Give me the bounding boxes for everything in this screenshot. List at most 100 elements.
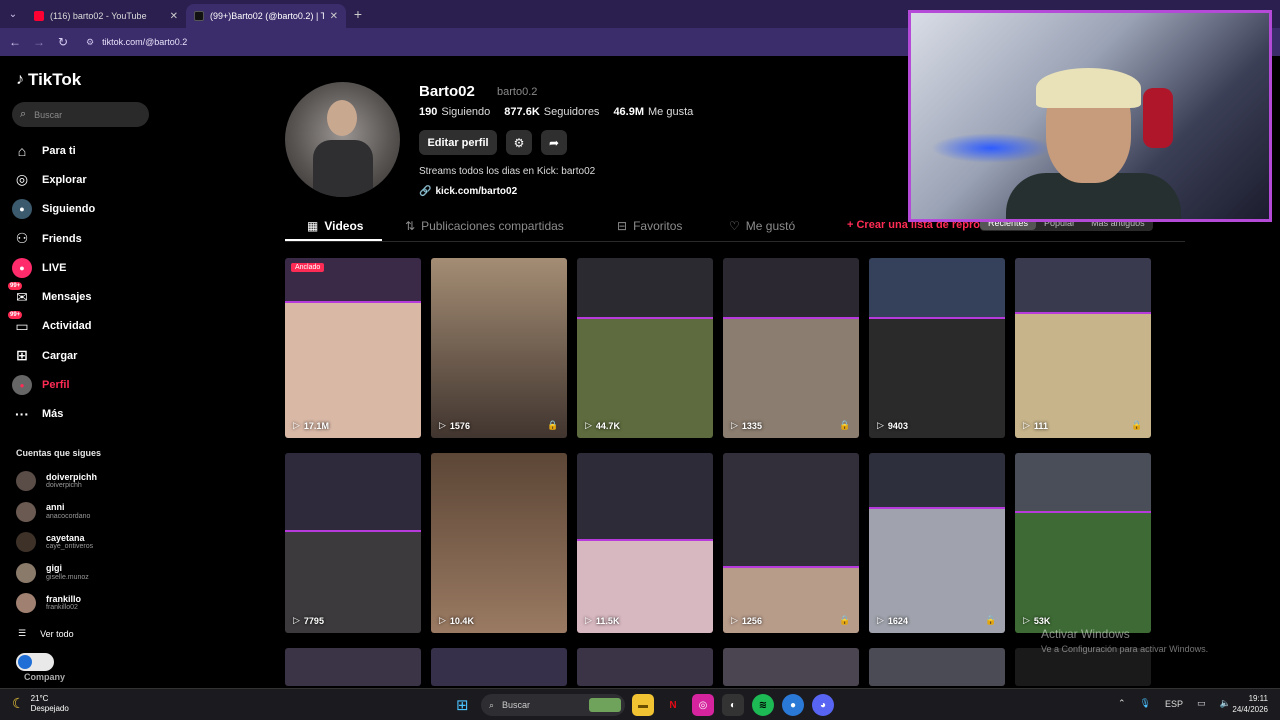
following-account[interactable]: doiverpichh doiverpichh	[16, 466, 156, 497]
forward-icon[interactable]: →	[32, 35, 46, 49]
sidebar-item-perfil[interactable]: ● Perfil	[12, 370, 162, 399]
tab-label: Me gustó	[745, 219, 796, 233]
view-count: ▷ 44.7K	[585, 420, 620, 431]
sidebar-item-actividad[interactable]: ▭ 99+ Actividad	[8, 311, 162, 341]
chevron-up-icon[interactable]: ⌃	[1118, 698, 1126, 709]
chrome-icon[interactable]: ●	[782, 694, 804, 716]
instagram-icon[interactable]: ◎	[692, 694, 714, 716]
video-thumbnail[interactable]: ▷ 10.4K	[431, 453, 567, 633]
video-thumbnail[interactable]	[577, 648, 713, 686]
taskbar-clock[interactable]: 19:11 24/4/2026	[1228, 694, 1268, 716]
following-account[interactable]: cayetana caye_ontiveros	[16, 527, 156, 558]
view-count: ▷ 1624	[877, 615, 908, 626]
share-button[interactable]: ➦	[541, 130, 567, 155]
video-thumbnail[interactable]: Anclado ▷ 17.1M	[285, 258, 421, 438]
search-input[interactable]	[34, 109, 135, 120]
network-icon[interactable]: ▭	[1197, 698, 1206, 709]
sidebar-item-label: Siguiendo	[42, 203, 96, 216]
profile-link[interactable]: 🔗 kick.com/barto02	[419, 186, 517, 197]
app-icon[interactable]: ◐	[722, 694, 744, 716]
file-explorer-icon[interactable]: ▬	[632, 694, 654, 716]
windows-start-icon[interactable]: ⊞	[456, 696, 469, 714]
windows-activation-watermark: Activar Windows Ve a Configuración para …	[1041, 627, 1208, 654]
video-thumbnail[interactable]: ▷ 7795	[285, 453, 421, 633]
video-thumbnail[interactable]: ▷ 11.5K	[577, 453, 713, 633]
video-thumbnail[interactable]: ▷ 1576 🔒	[431, 258, 567, 438]
video-thumbnail[interactable]: ▷ 44.7K	[577, 258, 713, 438]
see-all-link[interactable]: ☰ Ver todo	[18, 628, 74, 639]
list-icon: ☰	[18, 628, 27, 638]
following-account[interactable]: gigi giselle.munoz	[16, 558, 156, 589]
sidebar-item-label: Mensajes	[42, 291, 92, 304]
video-thumbnail[interactable]	[869, 648, 1005, 686]
stat-followers[interactable]: 877.6K Seguidores	[504, 106, 599, 118]
sidebar-item-cargar[interactable]: ⊞ Cargar	[12, 341, 162, 370]
new-tab-icon[interactable]: +	[346, 6, 370, 22]
tab-liked[interactable]: ♡ Me gustó	[729, 219, 795, 233]
reload-icon[interactable]: ↻	[56, 35, 70, 49]
browser-tab-youtube[interactable]: (116) barto02 - YouTube ✕	[26, 4, 186, 28]
sidebar-item-friends[interactable]: ⚇ Friends	[12, 224, 162, 253]
sidebar-item-para-ti[interactable]: ⌂ Para ti	[12, 136, 162, 165]
site-info-icon[interactable]: ⚙	[86, 37, 94, 48]
following-section-title: Cuentas que sigues	[16, 448, 102, 458]
profile-link-text: kick.com/barto02	[435, 186, 518, 197]
video-thumbnail[interactable]	[723, 648, 859, 686]
close-tab-icon[interactable]: ✕	[170, 11, 178, 22]
following-account[interactable]: frankillo frankillo02	[16, 588, 156, 619]
settings-button[interactable]: ⚙	[506, 130, 532, 155]
moon-icon: ☾	[12, 695, 25, 712]
search-box[interactable]: ⌕	[12, 102, 149, 127]
theme-toggle[interactable]	[16, 653, 54, 671]
close-tab-icon[interactable]: ✕	[330, 11, 338, 22]
tab-videos[interactable]: ▦ Videos	[307, 219, 363, 233]
heart-icon: ♡	[729, 219, 740, 233]
tab-shared[interactable]: ⇅ Publicaciones compartidas	[405, 219, 564, 233]
split-divider	[723, 317, 859, 320]
tiktok-favicon-icon	[194, 11, 204, 21]
stat-following[interactable]: 190 Siguiendo	[419, 106, 490, 118]
spotify-icon[interactable]: ≋	[752, 694, 774, 716]
netflix-icon[interactable]: N	[662, 694, 684, 716]
microphone-icon[interactable]: 🎙	[1140, 698, 1151, 709]
view-count: ▷ 9403	[877, 420, 908, 431]
tab-favorites[interactable]: ⊟ Favoritos	[617, 219, 682, 233]
edit-profile-button[interactable]: Editar perfil	[419, 130, 497, 155]
sidebar-item-siguiendo[interactable]: ● Siguiendo	[12, 195, 162, 224]
video-thumbnail[interactable]: ▷ 111 🔒	[1015, 258, 1151, 438]
video-thumbnail[interactable]: ▷ 1256 🔒	[723, 453, 859, 633]
profile-avatar[interactable]	[285, 82, 400, 197]
webcam-overlay	[908, 10, 1272, 222]
taskbar-search[interactable]: ⌕ Buscar	[481, 694, 625, 716]
tab-list-menu-icon[interactable]: ⌄	[0, 0, 26, 28]
sidebar-item-mensajes[interactable]: ✉ 99+ Mensajes	[8, 282, 162, 311]
view-count-text: 7795	[303, 615, 324, 626]
video-thumbnail[interactable]: ▷ 1335 🔒	[723, 258, 859, 438]
tiktok-logo[interactable]: ♪ TikTok	[16, 70, 81, 90]
lock-icon: 🔒	[547, 420, 559, 430]
browser-tab-tiktok[interactable]: (99+)Barto02 (@barto0.2) | TikT ✕	[186, 4, 346, 28]
lock-icon: 🔒	[839, 615, 851, 625]
led-light	[931, 133, 1051, 163]
avatar-shirt	[313, 140, 373, 197]
account-handle: doiverpichh	[46, 482, 82, 490]
sidebar-item-live[interactable]: ● LIVE	[12, 253, 162, 282]
following-account[interactable]: anni anacocordano	[16, 497, 156, 528]
url-field[interactable]: ⚙ tiktok.com/@barto0.2	[86, 37, 187, 48]
video-thumbnail[interactable]	[431, 648, 567, 686]
company-link[interactable]: Company	[24, 672, 65, 682]
discord-icon[interactable]: ◕	[812, 694, 834, 716]
back-icon[interactable]: ←	[8, 35, 22, 49]
video-thumbnail[interactable]: ▷ 53K	[1015, 453, 1151, 633]
play-icon: ▷	[877, 420, 884, 430]
weather-widget[interactable]: ☾ 21°C Despejado	[12, 694, 69, 713]
video-thumbnail[interactable]: ▷ 9403	[869, 258, 1005, 438]
sidebar-item-explorar[interactable]: ◎ Explorar	[12, 165, 162, 194]
following-list: doiverpichh doiverpichh anni anacocordano …	[16, 466, 156, 619]
video-thumbnail[interactable]: ▷ 1624 🔒	[869, 453, 1005, 633]
split-divider	[1015, 312, 1151, 314]
sidebar-item-mas[interactable]: ··· Más	[12, 400, 162, 429]
view-count: ▷ 1256	[731, 615, 762, 626]
video-thumbnail[interactable]	[285, 648, 421, 686]
language-indicator[interactable]: ESP	[1165, 699, 1183, 709]
